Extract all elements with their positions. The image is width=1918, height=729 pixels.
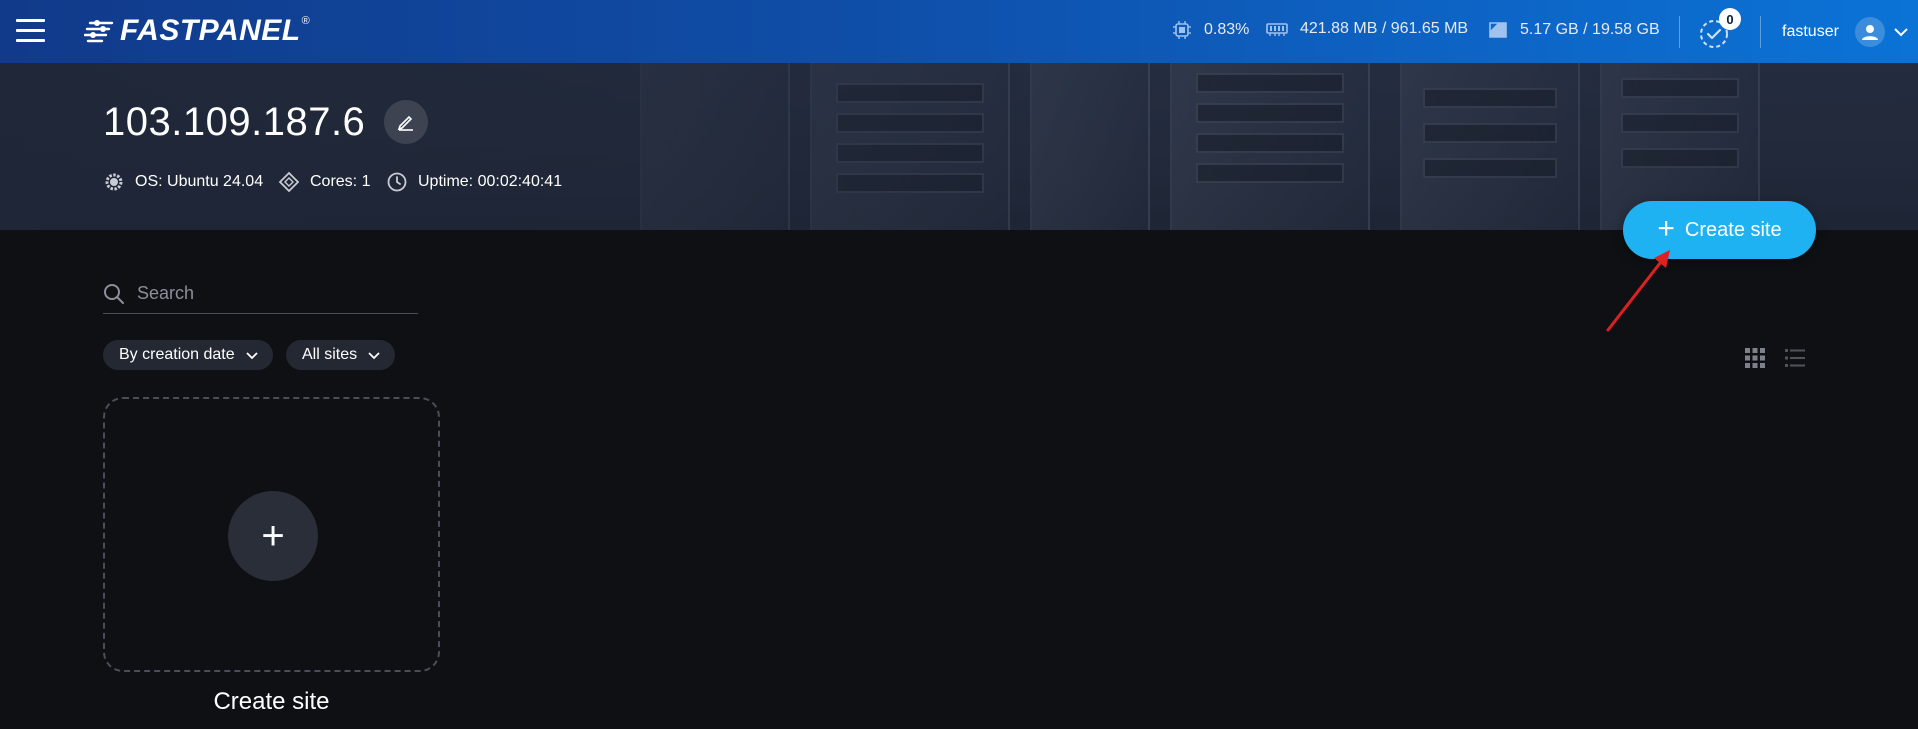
sites-filter-label: All sites bbox=[302, 346, 358, 363]
disk-icon bbox=[1489, 22, 1507, 38]
cpu-icon bbox=[1173, 21, 1191, 39]
server-uptime: Uptime: 00:02:40:41 bbox=[386, 171, 562, 193]
edit-server-name-button[interactable] bbox=[384, 100, 428, 144]
create-site-card[interactable]: + bbox=[103, 397, 440, 672]
fastpanel-logo[interactable]: FASTPANEL ® bbox=[84, 14, 310, 48]
server-cores: Cores: 1 bbox=[278, 171, 370, 193]
create-site-button-label: Create site bbox=[1684, 218, 1782, 241]
sort-dropdown[interactable]: By creation date bbox=[103, 340, 273, 370]
server-ip-title: 103.109.187.6 bbox=[103, 100, 366, 144]
server-os: OS: Ubuntu 24.04 bbox=[103, 171, 263, 193]
sites-filter-dropdown[interactable]: All sites bbox=[286, 340, 396, 370]
create-site-card-label: Create site bbox=[213, 688, 330, 715]
memory-value: 421.88 MB / 961.65 MB bbox=[1300, 20, 1469, 37]
user-menu[interactable]: fastuser bbox=[1782, 17, 1909, 47]
plus-icon: + bbox=[228, 491, 318, 581]
memory-usage: 421.88 MB / 961.65 MB bbox=[1266, 20, 1468, 38]
clock-icon bbox=[387, 172, 407, 192]
hero-overlay bbox=[0, 63, 1918, 230]
chevron-down-icon bbox=[1894, 28, 1908, 37]
chevron-down-icon bbox=[368, 351, 380, 359]
edit-icon bbox=[397, 115, 413, 131]
logo-mark-icon bbox=[84, 20, 114, 43]
search-box bbox=[103, 274, 418, 314]
registered-mark: ® bbox=[301, 15, 310, 27]
brand-name: FASTPANEL bbox=[120, 14, 301, 47]
cpu-usage: 0.83% bbox=[1172, 20, 1249, 40]
server-cores-label: Cores: 1 bbox=[310, 173, 371, 190]
disk-usage: 5.17 GB / 19.58 GB bbox=[1488, 20, 1660, 40]
disk-value: 5.17 GB / 19.58 GB bbox=[1520, 21, 1660, 38]
list-view-icon[interactable] bbox=[1784, 347, 1806, 369]
search-icon bbox=[104, 283, 124, 304]
divider bbox=[1679, 16, 1680, 48]
user-icon bbox=[1854, 17, 1885, 47]
server-hero-banner: 103.109.187.6 OS: Ubuntu 24.04 Cores: 1 … bbox=[0, 63, 1918, 230]
server-os-label: OS: Ubuntu 24.04 bbox=[135, 173, 264, 190]
menu-icon[interactable] bbox=[16, 17, 46, 43]
cpu-value: 0.83% bbox=[1204, 21, 1250, 38]
username: fastuser bbox=[1782, 23, 1839, 40]
search-input[interactable] bbox=[137, 283, 407, 304]
tasks-count-badge: 0 bbox=[1719, 8, 1741, 30]
grid-view-icon[interactable] bbox=[1744, 347, 1766, 369]
os-icon bbox=[105, 173, 123, 191]
cores-icon bbox=[278, 171, 300, 193]
annotation-arrow bbox=[1606, 250, 1670, 332]
server-uptime-label: Uptime: 00:02:40:41 bbox=[418, 173, 563, 190]
top-bar: FASTPANEL ® 0.83% 421.88 MB / 961.65 MB … bbox=[0, 0, 1918, 63]
sort-dropdown-label: By creation date bbox=[119, 346, 235, 363]
divider bbox=[1760, 16, 1761, 48]
memory-icon bbox=[1266, 23, 1288, 36]
chevron-down-icon bbox=[245, 351, 258, 359]
